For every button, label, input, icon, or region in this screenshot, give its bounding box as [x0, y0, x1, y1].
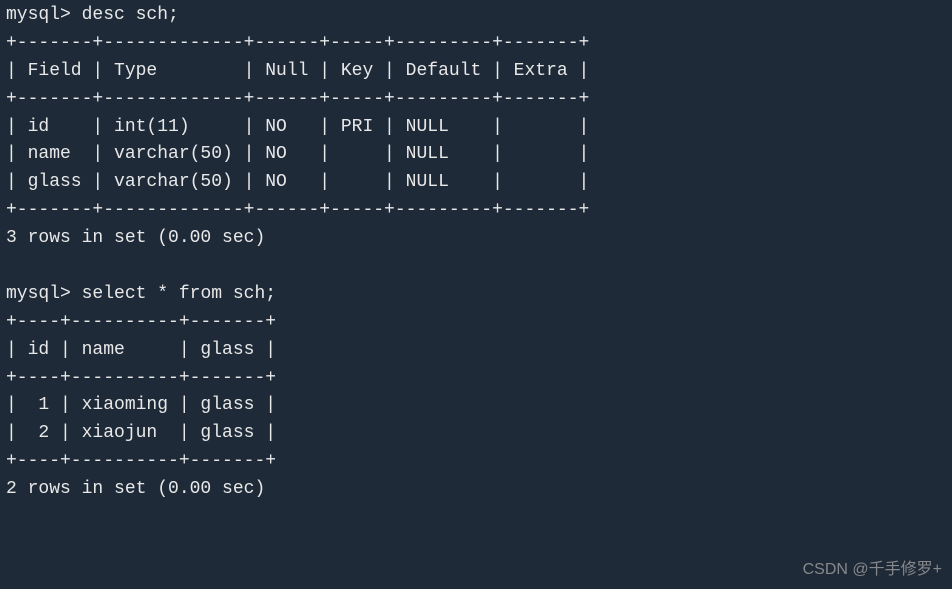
desc-footer: 3 rows in set (0.00 sec): [6, 225, 952, 253]
command-1: desc sch;: [82, 5, 179, 25]
desc-border-mid: +-------+-------------+------+-----+----…: [6, 86, 952, 114]
select-border-top: +----+----------+-------+: [6, 309, 952, 337]
desc-row-2: | glass | varchar(50) | NO | | NULL | |: [6, 169, 952, 197]
prompt: mysql>: [6, 5, 71, 25]
watermark: CSDN @千手修罗+: [803, 558, 942, 583]
desc-border-bot: +-------+-------------+------+-----+----…: [6, 197, 952, 225]
blank-line: [6, 253, 952, 281]
desc-header: | Field | Type | Null | Key | Default | …: [6, 58, 952, 86]
desc-row-1: | name | varchar(50) | NO | | NULL | |: [6, 141, 952, 169]
select-border-mid: +----+----------+-------+: [6, 365, 952, 393]
terminal-output: mysql> desc sch; +-------+-------------+…: [6, 2, 952, 504]
cmd-line-1: mysql> desc sch;: [6, 2, 952, 30]
select-border-bot: +----+----------+-------+: [6, 448, 952, 476]
select-row-1: | 2 | xiaojun | glass |: [6, 420, 952, 448]
prompt: mysql>: [6, 284, 71, 304]
desc-border-top: +-------+-------------+------+-----+----…: [6, 30, 952, 58]
select-row-0: | 1 | xiaoming | glass |: [6, 392, 952, 420]
cmd-line-2: mysql> select * from sch;: [6, 281, 952, 309]
desc-row-0: | id | int(11) | NO | PRI | NULL | |: [6, 114, 952, 142]
select-footer: 2 rows in set (0.00 sec): [6, 476, 952, 504]
select-header: | id | name | glass |: [6, 337, 952, 365]
command-2: select * from sch;: [82, 284, 276, 304]
